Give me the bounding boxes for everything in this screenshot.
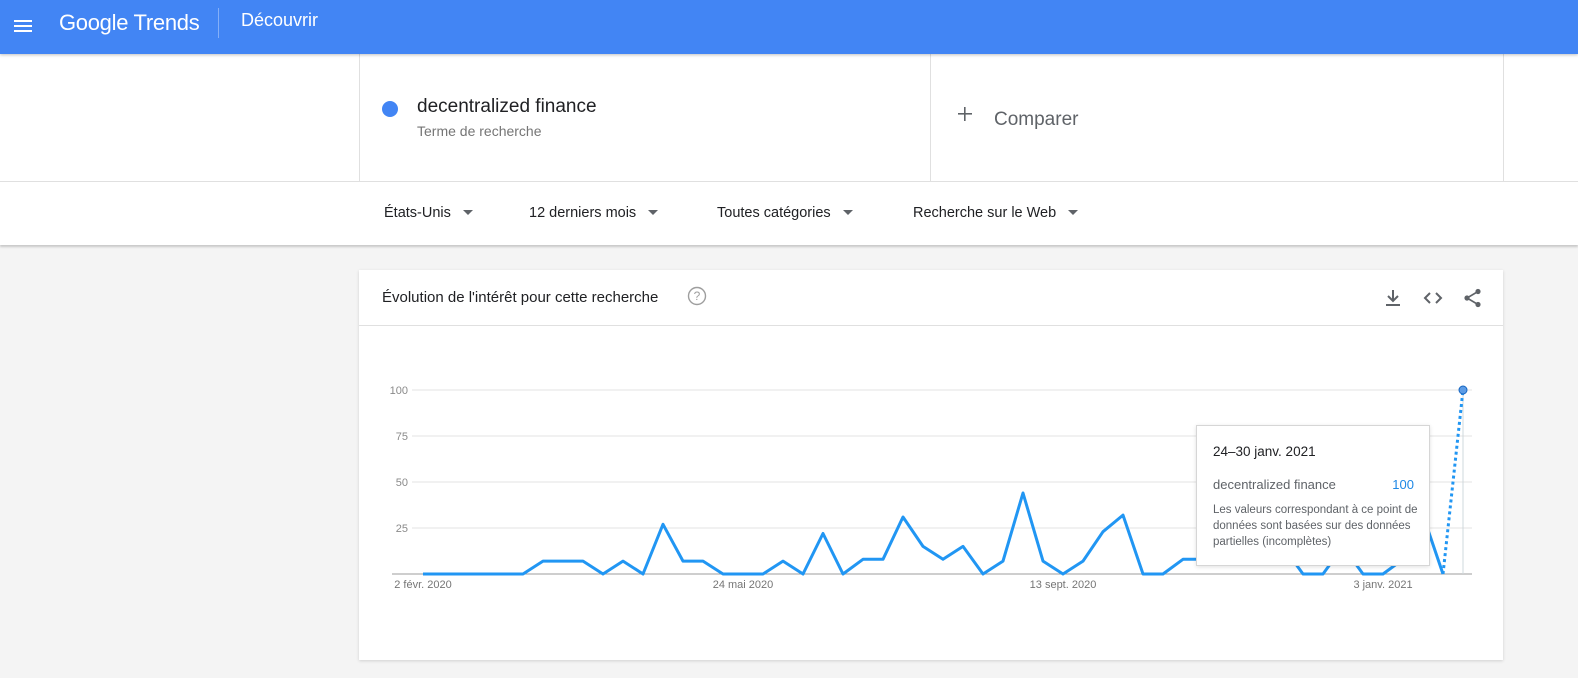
x-tick-label: 24 mai 2020 xyxy=(713,579,774,591)
data-point xyxy=(681,559,685,563)
data-point xyxy=(1441,572,1445,576)
data-point xyxy=(1301,572,1305,576)
data-point xyxy=(781,559,785,563)
data-point xyxy=(881,557,885,561)
data-point xyxy=(741,572,745,576)
data-point xyxy=(701,559,705,563)
data-point xyxy=(901,515,905,519)
data-point xyxy=(941,557,945,561)
data-point xyxy=(1081,559,1085,563)
data-point xyxy=(441,572,445,576)
data-point xyxy=(801,572,805,576)
interest-line-chart[interactable]: 25 50 75 100 2 févr. 2020 24 mai 2020 13 sept.… xyxy=(0,0,1578,678)
data-point xyxy=(501,572,505,576)
data-point xyxy=(481,572,485,576)
data-point xyxy=(641,572,645,576)
data-point xyxy=(581,559,585,563)
x-tick-label: 2 févr. 2020 xyxy=(394,579,452,591)
data-point xyxy=(1361,572,1365,576)
y-tick-label: 50 xyxy=(396,477,408,489)
data-point xyxy=(461,572,465,576)
data-point xyxy=(601,572,605,576)
hamburger-menu-icon[interactable] xyxy=(12,13,40,41)
data-point xyxy=(1381,572,1385,576)
data-point xyxy=(541,559,545,563)
tooltip-partial-note: Les valeurs correspondant à ce point de … xyxy=(1213,504,1418,548)
chart-tooltip: 24–30 janv. 2021 decentralized finance 1… xyxy=(1196,425,1430,566)
data-point xyxy=(1121,513,1125,517)
data-point xyxy=(1141,572,1145,576)
highlighted-data-point xyxy=(1458,385,1468,395)
data-point xyxy=(1321,572,1325,576)
data-point xyxy=(1061,572,1065,576)
data-point xyxy=(421,572,425,576)
google-trends-logo[interactable]: Google Trends xyxy=(59,10,200,36)
data-point xyxy=(1101,530,1105,534)
y-tick-label: 25 xyxy=(396,523,408,535)
tooltip-term: decentralized finance xyxy=(1213,477,1336,492)
tooltip-date: 24–30 janv. 2021 xyxy=(1213,444,1316,459)
data-point xyxy=(1021,491,1025,495)
tooltip-value: 100 xyxy=(1392,477,1414,492)
data-point xyxy=(981,572,985,576)
data-point xyxy=(921,544,925,548)
y-tick-label: 75 xyxy=(396,431,408,443)
data-point xyxy=(1161,572,1165,576)
data-point xyxy=(621,559,625,563)
section-title[interactable]: Découvrir xyxy=(241,10,318,31)
data-point xyxy=(821,532,825,536)
data-point xyxy=(521,572,525,576)
x-tick-label: 13 sept. 2020 xyxy=(1030,579,1097,591)
data-point xyxy=(1001,559,1005,563)
data-point xyxy=(1181,557,1185,561)
x-tick-label: 3 janv. 2021 xyxy=(1353,579,1412,591)
data-point xyxy=(1041,559,1045,563)
data-point xyxy=(961,544,965,548)
data-point xyxy=(721,572,725,576)
data-point xyxy=(841,572,845,576)
app-bar-divider xyxy=(218,8,219,38)
data-point xyxy=(861,557,865,561)
data-point xyxy=(561,559,565,563)
data-point xyxy=(661,522,665,526)
y-tick-label: 100 xyxy=(390,385,408,397)
data-point xyxy=(761,572,765,576)
app-bar: Google Trends Découvrir xyxy=(0,0,1578,54)
